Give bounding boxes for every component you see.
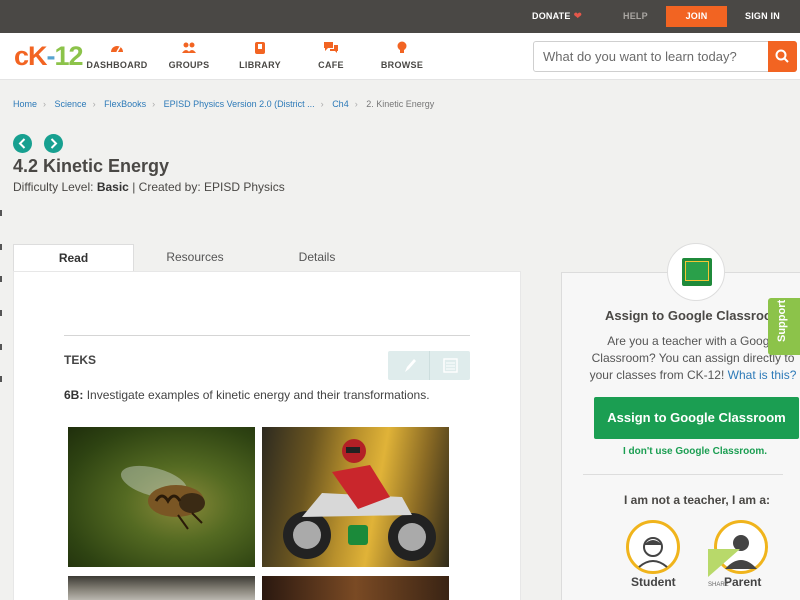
panel-title: Assign to Google Classroom <box>605 308 784 323</box>
dont-use-classroom-link[interactable]: I don't use Google Classroom. <box>623 446 767 457</box>
breadcrumb-science[interactable]: Science <box>55 99 87 109</box>
donate-link[interactable]: DONATE ❤ <box>532 11 582 22</box>
notes-button[interactable] <box>430 351 470 380</box>
search-icon <box>775 49 789 63</box>
breadcrumb-chapter[interactable]: Ch4 <box>332 99 349 109</box>
breadcrumb-current: 2. Kinetic Energy <box>366 99 435 109</box>
left-edge-marks <box>0 200 3 430</box>
nav-library[interactable]: LIBRARY <box>225 41 295 70</box>
assign-google-classroom-button[interactable]: Assign to Google Classroom <box>594 397 799 439</box>
content-tools <box>388 351 470 380</box>
sign-in-link[interactable]: SIGN IN <box>745 11 780 21</box>
difficulty-value: Basic <box>96 180 129 194</box>
search-bar <box>533 41 797 72</box>
chevron-left-icon <box>18 138 26 149</box>
previous-button[interactable] <box>13 134 32 153</box>
panel-text: Are you a teacher with a Google Classroo… <box>589 334 797 382</box>
student-avatar-icon <box>638 537 668 568</box>
tab-details[interactable]: Details <box>259 244 375 273</box>
bee-photo <box>68 427 255 567</box>
fire-photo <box>262 576 449 600</box>
nav-dashboard[interactable]: DASHBOARD <box>82 41 152 70</box>
tab-resources[interactable]: Resources <box>139 244 251 273</box>
join-button[interactable]: JOIN <box>666 6 727 27</box>
breadcrumb-flexbooks[interactable]: FlexBooks <box>104 99 146 109</box>
share-label: SHARE <box>708 582 729 588</box>
library-icon <box>255 42 265 54</box>
chevron-right-icon <box>50 138 58 149</box>
notes-icon <box>443 358 458 373</box>
classroom-icon <box>682 258 712 286</box>
teks-heading: TEKS <box>64 353 97 367</box>
page-meta: Difficulty Level: Basic | Created by: EP… <box>13 180 285 194</box>
waterfall-photo <box>68 576 255 600</box>
teks-objective: 6B: Investigate examples of kinetic ener… <box>64 388 430 402</box>
page-title: 4.2 Kinetic Energy <box>13 156 170 176</box>
content-tabs: Read Resources Details <box>13 244 521 273</box>
breadcrumb: Home › Science › FlexBooks › EPISD Physics … <box>13 99 435 109</box>
top-bar: DONATE ❤ HELP JOIN SIGN IN <box>0 0 800 33</box>
nav-cafe[interactable]: CAFE <box>296 41 366 70</box>
main-nav: cK-12 DASHBOARD GROUPS LIBRARY CAFE BROW… <box>0 33 800 80</box>
share-icon[interactable] <box>708 549 740 577</box>
groups-icon <box>182 42 196 53</box>
divider <box>64 335 470 336</box>
nav-browse[interactable]: BROWSE <box>367 41 437 70</box>
panel-divider <box>583 474 783 475</box>
student-label: Student <box>631 575 676 589</box>
browse-icon <box>397 41 407 53</box>
help-link[interactable]: HELP <box>623 11 648 21</box>
cafe-icon <box>324 42 338 53</box>
not-teacher-label: I am not a teacher, I am a: <box>624 493 771 507</box>
student-role-button[interactable] <box>626 520 680 574</box>
motorcycle-photo <box>262 427 449 567</box>
dashboard-icon <box>111 46 123 53</box>
pencil-icon <box>405 359 416 372</box>
parent-label: Parent <box>724 575 762 589</box>
edit-button[interactable] <box>388 351 430 380</box>
support-tab[interactable]: Support <box>768 298 800 355</box>
tab-read[interactable]: Read <box>13 244 134 273</box>
search-input[interactable] <box>534 42 769 71</box>
google-classroom-logo <box>667 243 725 301</box>
heart-icon: ❤ <box>573 11 583 22</box>
ck12-logo[interactable]: cK-12 <box>14 41 84 72</box>
next-button[interactable] <box>44 134 63 153</box>
breadcrumb-home[interactable]: Home <box>13 99 37 109</box>
breadcrumb-book[interactable]: EPISD Physics Version 2.0 (District ... <box>164 99 315 109</box>
what-is-this-link[interactable]: What is this? <box>728 368 797 382</box>
nav-groups[interactable]: GROUPS <box>154 41 224 70</box>
search-button[interactable] <box>768 41 797 72</box>
